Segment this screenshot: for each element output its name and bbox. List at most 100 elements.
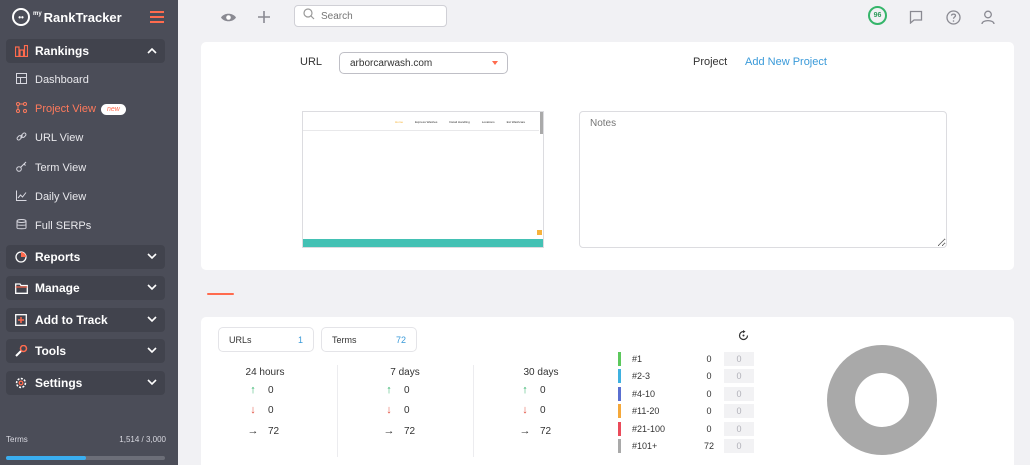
rankings-icon	[14, 44, 28, 58]
sidebar-item-term-view[interactable]: Term View	[14, 158, 86, 178]
rank-bucket-row: #21-100 0 0	[618, 420, 768, 438]
sidebar-item-dashboard[interactable]: Dashboard	[14, 70, 89, 90]
nav-group-label: Rankings	[35, 44, 90, 58]
arrow-down-icon: ↓	[386, 404, 392, 416]
logo-mark-icon: ••	[12, 8, 30, 26]
preview-nav-item: Home	[395, 120, 404, 124]
terms-count: 72	[395, 334, 406, 345]
nav-group-label: Add to Track	[35, 313, 108, 327]
url-label: URL	[300, 56, 323, 68]
pie-chart-icon	[14, 250, 28, 264]
line-chart-icon	[14, 190, 28, 204]
sidebar-item-daily-view[interactable]: Daily View	[14, 187, 86, 207]
chevron-down-icon	[147, 252, 157, 263]
caret-down-icon	[492, 61, 498, 65]
rank-bucket-label: #4-10	[632, 388, 656, 399]
period-24h: 24 hours ↑ 0 ↓ 0 → 72	[201, 365, 337, 457]
nav-group-add-to-track[interactable]: Add to Track	[6, 308, 165, 332]
notes-textarea[interactable]	[579, 111, 947, 248]
movement-down-value: 0	[404, 404, 410, 416]
url-select[interactable]: arborcarwash.com	[339, 52, 508, 74]
period-title: 7 days	[390, 367, 420, 378]
rank-bucket-count: 0	[706, 353, 712, 364]
arrow-up-icon: ↑	[522, 384, 528, 396]
movement-same: → 72	[518, 425, 552, 437]
nav-group-label: Settings	[35, 376, 83, 390]
app-logo[interactable]: •• my RankTracker	[12, 8, 122, 26]
arrow-down-icon: ↓	[250, 404, 256, 416]
sidebar-item-full-serps[interactable]: Full SERPs	[14, 216, 91, 236]
search-input[interactable]	[321, 10, 431, 22]
rank-bucket-count: 0	[706, 388, 712, 399]
nav-group-tools[interactable]: Tools	[6, 339, 165, 363]
search-box[interactable]	[294, 5, 447, 27]
sidebar: •• my RankTracker Rankings Dashboard Pro…	[0, 0, 178, 465]
arrow-down-icon: ↓	[522, 404, 528, 416]
help-icon[interactable]	[943, 7, 963, 27]
score-badge[interactable]: 96	[868, 6, 887, 25]
refresh-icon[interactable]	[738, 330, 749, 344]
terms-usage-bar-fill	[6, 456, 87, 460]
rank-bucket-swatch	[618, 386, 621, 401]
rank-bucket-count: 72	[703, 441, 714, 452]
movement-down: ↓ 0	[518, 404, 545, 416]
movement-down: ↓ 0	[382, 404, 410, 416]
sidebar-item-project-view[interactable]: Project View new	[14, 99, 126, 119]
terms-usage-value: 1,514 / 3,000	[119, 435, 166, 444]
sidebar-item-label: Daily View	[35, 191, 87, 203]
chevron-down-icon	[147, 378, 157, 389]
user-icon[interactable]	[978, 7, 998, 27]
nav-group-label: Reports	[35, 250, 81, 264]
url-select-value: arborcarwash.com	[350, 57, 433, 69]
terms-label: Terms	[332, 334, 357, 345]
rank-bucket-label: #11-20	[632, 406, 660, 417]
preview-nav: Home Express Washes Detail Handling Loca…	[395, 120, 525, 124]
search-icon	[303, 7, 315, 25]
donut-hole	[855, 373, 909, 427]
rank-bucket-label: #1	[632, 353, 643, 364]
logo-name: RankTracker	[43, 9, 122, 25]
rank-distribution-donut[interactable]	[827, 345, 937, 455]
period-7d: 7 days ↑ 0 ↓ 0 → 72	[337, 365, 473, 457]
site-preview-thumbnail[interactable]: Home Express Washes Detail Handling Loca…	[302, 111, 544, 248]
eye-icon[interactable]	[218, 7, 238, 27]
sidebar-item-url-view[interactable]: URL View	[14, 128, 83, 148]
movement-same: → 72	[382, 425, 416, 437]
chevron-down-icon	[147, 315, 157, 326]
nav-group-settings[interactable]: Settings	[6, 371, 165, 395]
rank-bucket-swatch	[618, 439, 621, 454]
sidebar-item-label: Term View	[35, 162, 87, 174]
plus-icon[interactable]	[254, 7, 274, 27]
dashboard-icon	[14, 73, 28, 87]
preview-nav-item: Ext Washcare	[506, 120, 526, 124]
add-new-project-link[interactable]: Add New Project	[745, 56, 827, 68]
preview-nav-item: Detail Handling	[449, 120, 470, 124]
nav-group-rankings[interactable]: Rankings	[6, 39, 165, 63]
topbar: 96	[178, 0, 1030, 34]
urls-count-box: URLs 1	[218, 327, 314, 352]
movement-up-value: 0	[268, 384, 274, 396]
nav-group-reports[interactable]: Reports	[6, 245, 165, 269]
nav-group-manage[interactable]: Manage	[6, 276, 165, 300]
rank-bucket-label: #101+	[632, 441, 658, 452]
plus-square-icon	[14, 313, 28, 327]
sidebar-item-label: Full SERPs	[35, 220, 92, 232]
menu-toggle-icon[interactable]	[150, 11, 164, 23]
rank-bucket-row: #101+ 72 0	[618, 438, 768, 456]
key-icon	[14, 161, 28, 175]
period-title: 30 days	[523, 367, 559, 378]
rank-bucket-swatch	[618, 421, 621, 436]
movement-up-value: 0	[540, 384, 546, 396]
movement-same-value: 72	[404, 425, 416, 437]
logo-prefix: my	[33, 11, 42, 17]
rank-bucket-label: #2-3	[632, 371, 651, 382]
rank-bucket-row: #2-3 0 0	[618, 368, 768, 386]
feedback-icon[interactable]	[906, 7, 926, 27]
movement-up: ↑ 0	[518, 384, 546, 396]
preview-nav-item: Locations	[481, 120, 495, 124]
rank-bucket-count: 0	[706, 406, 712, 417]
rank-distribution-list: #1 0 0 #2-3 0 0 #4-10 0 0 #11-20 0 0 #21-100 0 0 #…	[618, 350, 768, 455]
terms-usage-label: Terms	[6, 435, 28, 444]
chevron-up-icon	[147, 46, 157, 57]
terms-usage: Terms 1,514 / 3,000	[6, 435, 166, 444]
